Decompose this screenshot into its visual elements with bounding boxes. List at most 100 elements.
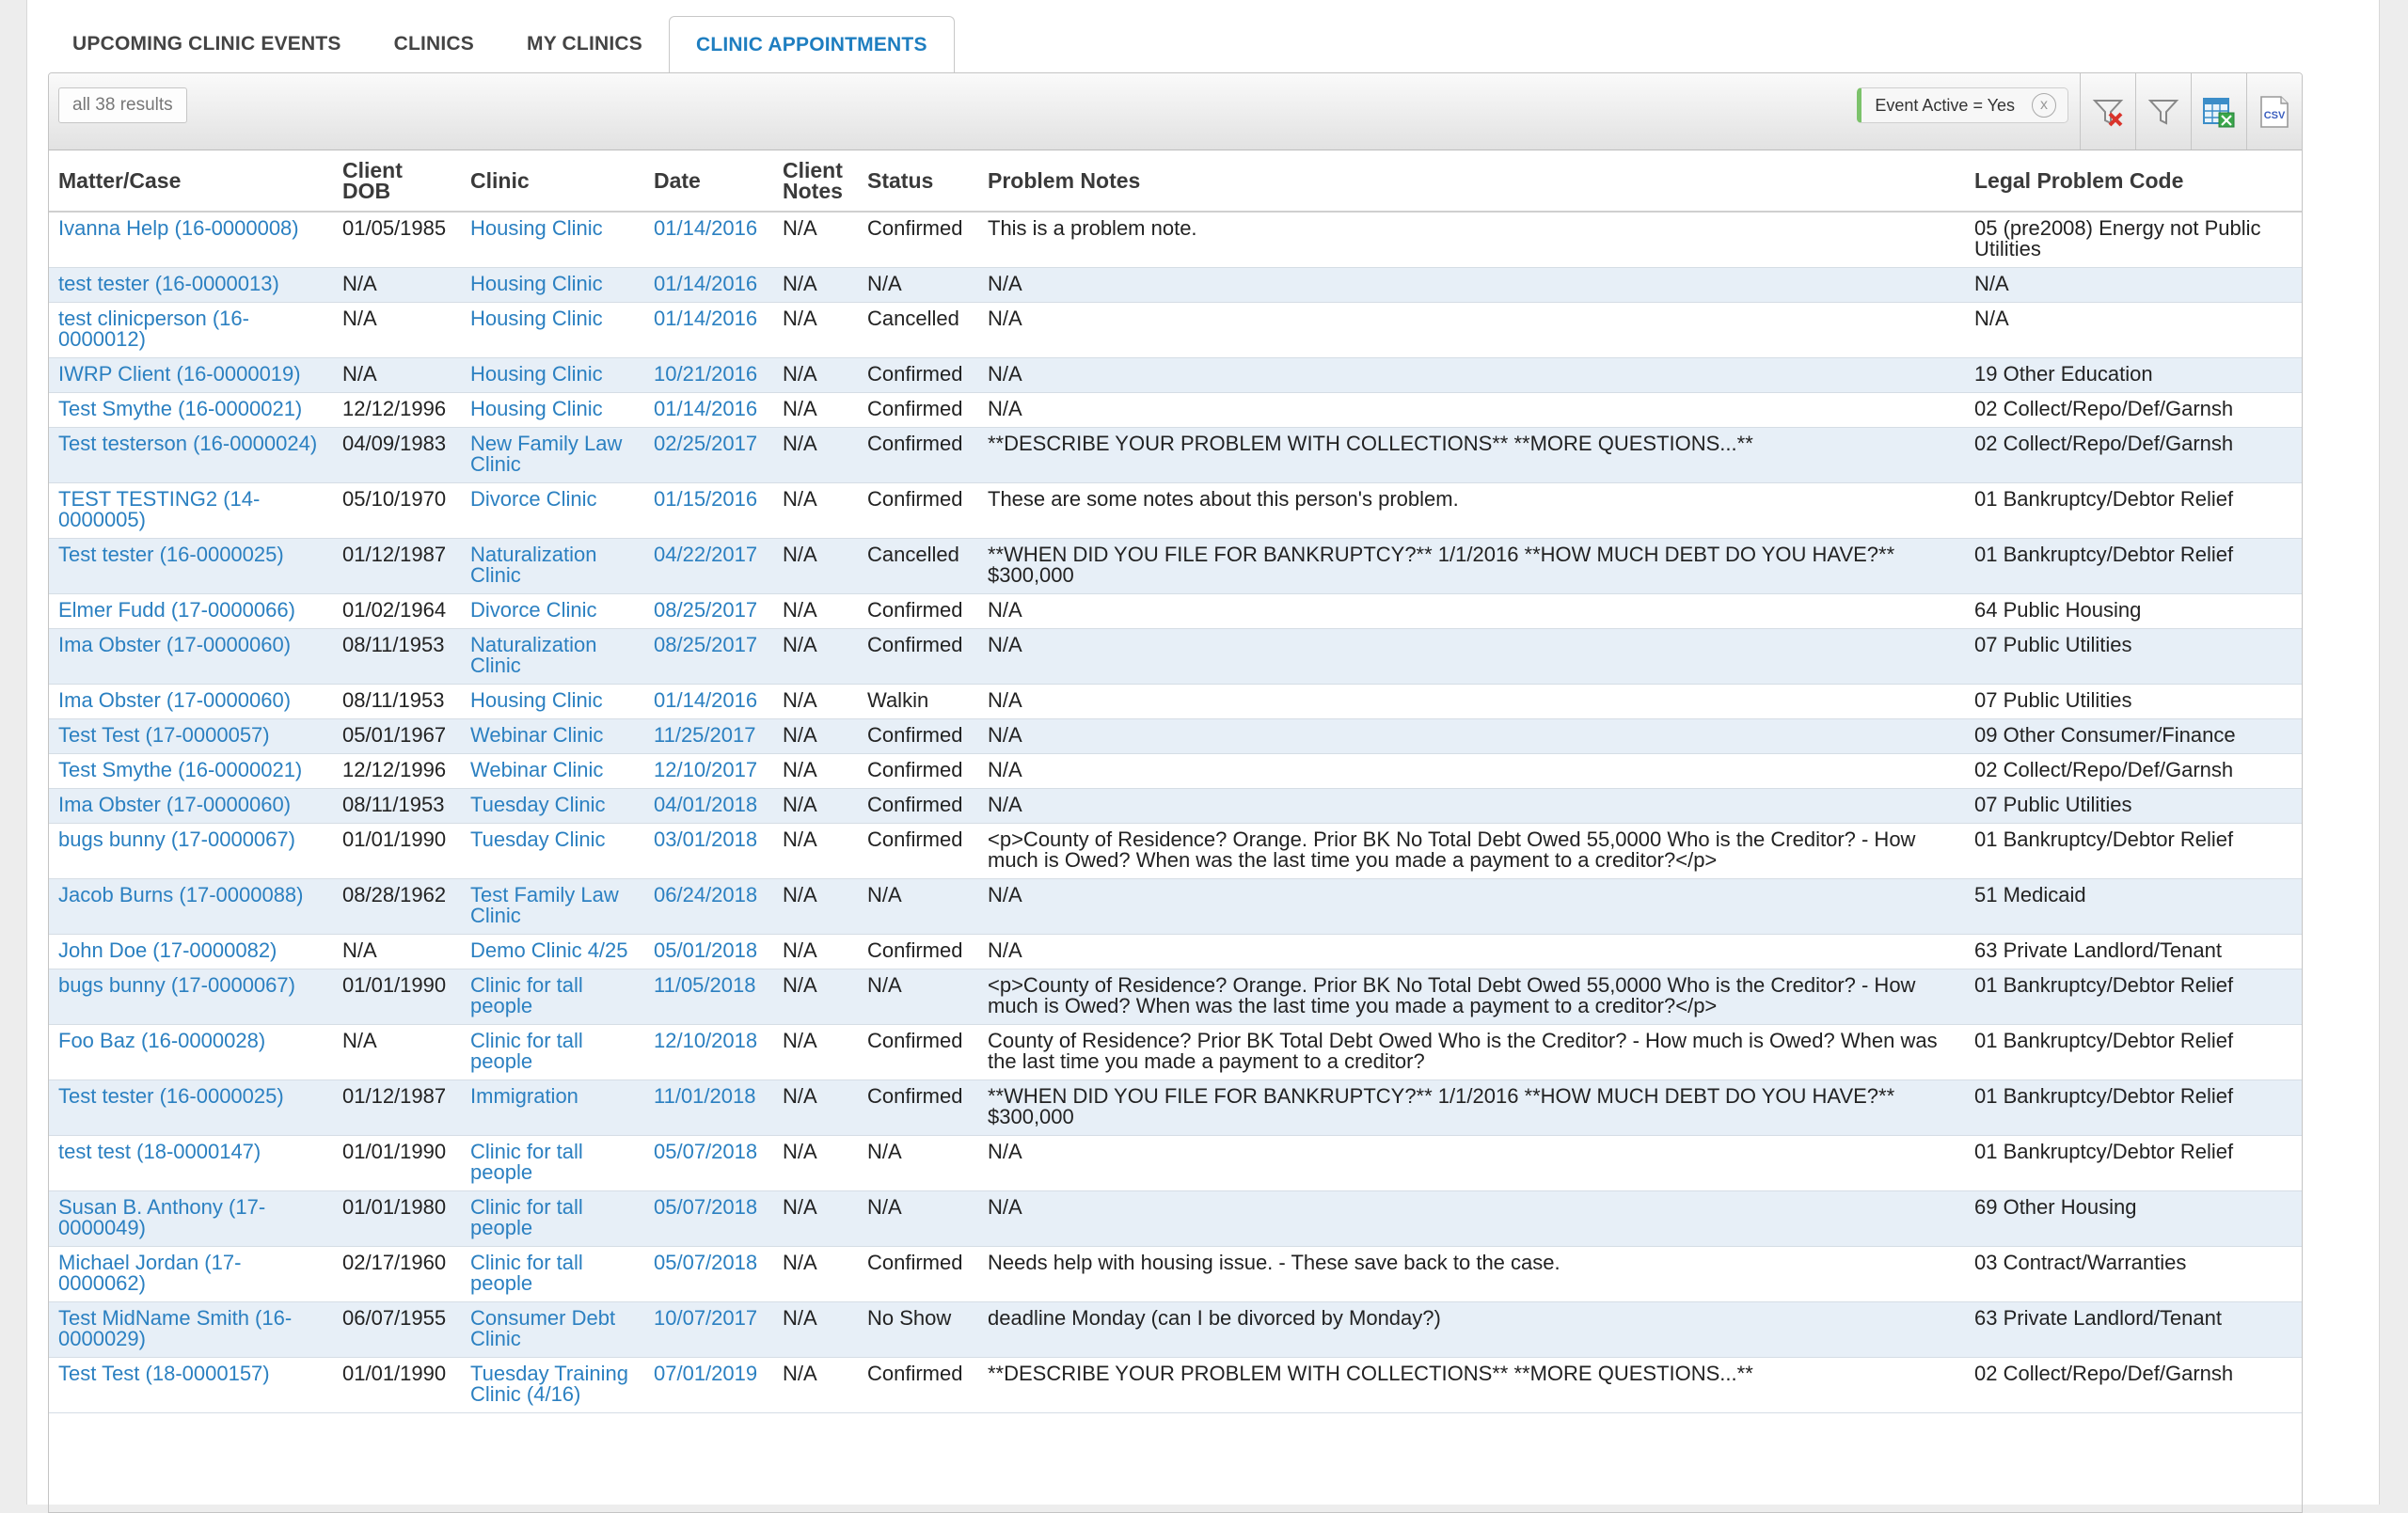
clinic-link[interactable]: Housing Clinic xyxy=(461,685,644,719)
date-link[interactable]: 01/14/2016 xyxy=(644,268,773,303)
table-row[interactable]: Test Smythe (16-0000021) 12/12/1996 Housin… xyxy=(49,393,2302,428)
clinic-link[interactable]: Clinic for tall people xyxy=(461,1136,644,1191)
column-header-client-notes[interactable]: Client Notes xyxy=(773,150,858,213)
clear-filter-button[interactable] xyxy=(2080,73,2135,150)
matter-case-link[interactable]: John Doe (17-0000082) xyxy=(49,935,333,969)
column-header-matter-case[interactable]: Matter/Case xyxy=(49,150,333,213)
table-row[interactable]: Jacob Burns (17-0000088) 08/28/1962 Test F… xyxy=(49,878,2302,935)
clinic-link[interactable]: Housing Clinic xyxy=(461,393,644,428)
clinic-link[interactable]: Webinar Clinic xyxy=(461,754,644,789)
clinic-link[interactable]: Clinic for tall people xyxy=(461,1025,644,1080)
table-row[interactable]: Foo Baz (16-0000028) N/A Clinic for tall p… xyxy=(49,1025,2302,1080)
table-row[interactable]: Ima Obster (17-0000060) 08/11/1953 Housing… xyxy=(49,685,2302,719)
clinic-link[interactable]: Tuesday Clinic xyxy=(461,789,644,824)
matter-case-link[interactable]: Jacob Burns (17-0000088) xyxy=(49,879,333,935)
matter-case-link[interactable]: Ivanna Help (16-0000008) xyxy=(49,212,333,268)
date-link[interactable]: 01/15/2016 xyxy=(644,483,773,539)
date-link[interactable]: 12/10/2017 xyxy=(644,754,773,789)
column-header-client-dob[interactable]: Client DOB xyxy=(333,150,461,213)
matter-case-link[interactable]: Test tester (16-0000025) xyxy=(49,1080,333,1136)
clinic-link[interactable]: Tuesday Training Clinic (4/16) xyxy=(461,1358,644,1413)
clinic-link[interactable]: Housing Clinic xyxy=(461,212,644,268)
close-icon[interactable]: x xyxy=(2032,93,2056,118)
column-header-clinic[interactable]: Clinic xyxy=(461,150,644,213)
table-row[interactable]: test test (18-0000147) 01/01/1990 Clinic f… xyxy=(49,1136,2302,1191)
table-row[interactable]: Elmer Fudd (17-0000066) 01/02/1964 Divorce… xyxy=(49,594,2302,629)
matter-case-link[interactable]: TEST TESTING2 (14-0000005) xyxy=(49,483,333,539)
clinic-link[interactable]: Webinar Clinic xyxy=(461,719,644,754)
results-count[interactable]: all 38 results xyxy=(58,87,187,123)
filter-chip[interactable]: Event Active = Yes x xyxy=(1857,87,2068,123)
column-header-problem-notes[interactable]: Problem Notes xyxy=(978,150,1965,213)
date-link[interactable]: 08/25/2017 xyxy=(644,594,773,629)
table-row[interactable]: Test Test (18-0000157) 01/01/1990 Tuesday … xyxy=(49,1358,2302,1413)
table-row[interactable]: Ima Obster (17-0000060) 08/11/1953 Tuesday… xyxy=(49,788,2302,824)
matter-case-link[interactable]: test test (18-0000147) xyxy=(49,1136,333,1191)
date-link[interactable]: 01/14/2016 xyxy=(644,303,773,358)
column-header-legal-problem-code[interactable]: Legal Problem Code xyxy=(1965,150,2302,213)
table-row[interactable]: Test tester (16-0000025) 01/12/1987 Immigr… xyxy=(49,1080,2302,1136)
date-link[interactable]: 05/07/2018 xyxy=(644,1136,773,1191)
clinic-link[interactable]: Tuesday Clinic xyxy=(461,824,644,879)
matter-case-link[interactable]: test clinicperson (16-0000012) xyxy=(49,303,333,358)
table-row[interactable]: John Doe (17-0000082) N/A Demo Clinic 4/25… xyxy=(49,935,2302,969)
date-link[interactable]: 01/14/2016 xyxy=(644,212,773,268)
date-link[interactable]: 01/14/2016 xyxy=(644,685,773,719)
matter-case-link[interactable]: IWRP Client (16-0000019) xyxy=(49,358,333,393)
column-header-status[interactable]: Status xyxy=(858,150,978,213)
date-link[interactable]: 10/07/2017 xyxy=(644,1302,773,1358)
date-link[interactable]: 10/21/2016 xyxy=(644,358,773,393)
table-row[interactable]: Susan B. Anthony (17-0000049) 01/01/1980 C… xyxy=(49,1190,2302,1247)
filter-button[interactable] xyxy=(2135,73,2191,150)
tab-clinics[interactable]: CLINICS xyxy=(368,15,500,73)
excel-export-button[interactable] xyxy=(2191,73,2246,150)
date-link[interactable]: 05/01/2018 xyxy=(644,935,773,969)
table-row[interactable]: Test MidName Smith (16-0000029) 06/07/195… xyxy=(49,1301,2302,1358)
matter-case-link[interactable]: bugs bunny (17-0000067) xyxy=(49,969,333,1025)
clinic-link[interactable]: Divorce Clinic xyxy=(461,594,644,629)
clinic-link[interactable]: Clinic for tall people xyxy=(461,1247,644,1302)
table-row[interactable]: Michael Jordan (17-0000062) 02/17/1960 Cli… xyxy=(49,1247,2302,1302)
matter-case-link[interactable]: Ima Obster (17-0000060) xyxy=(49,789,333,824)
table-row[interactable]: IWRP Client (16-0000019) N/A Housing Clini… xyxy=(49,357,2302,393)
table-row[interactable]: test clinicperson (16-0000012) N/A Housing… xyxy=(49,303,2302,358)
csv-export-button[interactable]: CSV xyxy=(2246,73,2302,150)
matter-case-link[interactable]: Test Test (18-0000157) xyxy=(49,1358,333,1413)
date-link[interactable]: 07/01/2019 xyxy=(644,1358,773,1413)
date-link[interactable]: 11/25/2017 xyxy=(644,719,773,754)
date-link[interactable]: 11/01/2018 xyxy=(644,1080,773,1136)
matter-case-link[interactable]: Michael Jordan (17-0000062) xyxy=(49,1247,333,1302)
date-link[interactable]: 04/01/2018 xyxy=(644,789,773,824)
table-row[interactable]: Test testerson (16-0000024) 04/09/1983 New… xyxy=(49,427,2302,483)
matter-case-link[interactable]: Ima Obster (17-0000060) xyxy=(49,685,333,719)
date-link[interactable]: 04/22/2017 xyxy=(644,539,773,594)
date-link[interactable]: 06/24/2018 xyxy=(644,879,773,935)
date-link[interactable]: 02/25/2017 xyxy=(644,428,773,483)
table-row[interactable]: bugs bunny (17-0000067) 01/01/1990 Clinic … xyxy=(49,969,2302,1025)
table-row[interactable]: test tester (16-0000013) N/A Housing Clini… xyxy=(49,267,2302,303)
matter-case-link[interactable]: Test tester (16-0000025) xyxy=(49,539,333,594)
date-link[interactable]: 08/25/2017 xyxy=(644,629,773,685)
date-link[interactable]: 12/10/2018 xyxy=(644,1025,773,1080)
clinic-link[interactable]: Test Family Law Clinic xyxy=(461,879,644,935)
clinic-link[interactable]: New Family Law Clinic xyxy=(461,428,644,483)
table-row[interactable]: Test Test (17-0000057) 05/01/1967 Webinar … xyxy=(49,718,2302,754)
table-row[interactable]: Ima Obster (17-0000060) 08/11/1953 Natural… xyxy=(49,628,2302,685)
matter-case-link[interactable]: Test Smythe (16-0000021) xyxy=(49,754,333,789)
matter-case-link[interactable]: Test Test (17-0000057) xyxy=(49,719,333,754)
clinic-link[interactable]: Naturalization Clinic xyxy=(461,539,644,594)
table-row[interactable]: bugs bunny (17-0000067) 01/01/1990 Tuesday… xyxy=(49,824,2302,879)
matter-case-link[interactable]: Test testerson (16-0000024) xyxy=(49,428,333,483)
tab-upcoming-clinic-events[interactable]: UPCOMING CLINIC EVENTS xyxy=(65,15,368,73)
date-link[interactable]: 05/07/2018 xyxy=(644,1247,773,1302)
date-link[interactable]: 03/01/2018 xyxy=(644,824,773,879)
clinic-link[interactable]: Demo Clinic 4/25 xyxy=(461,935,644,969)
matter-case-link[interactable]: Susan B. Anthony (17-0000049) xyxy=(49,1191,333,1247)
matter-case-link[interactable]: Elmer Fudd (17-0000066) xyxy=(49,594,333,629)
date-link[interactable]: 11/05/2018 xyxy=(644,969,773,1025)
clinic-link[interactable]: Housing Clinic xyxy=(461,358,644,393)
clinic-link[interactable]: Immigration xyxy=(461,1080,644,1136)
tab-my-clinics[interactable]: MY CLINICS xyxy=(500,15,669,73)
table-row[interactable]: Test tester (16-0000025) 01/12/1987 Natura… xyxy=(49,538,2302,594)
clinic-link[interactable]: Housing Clinic xyxy=(461,303,644,358)
